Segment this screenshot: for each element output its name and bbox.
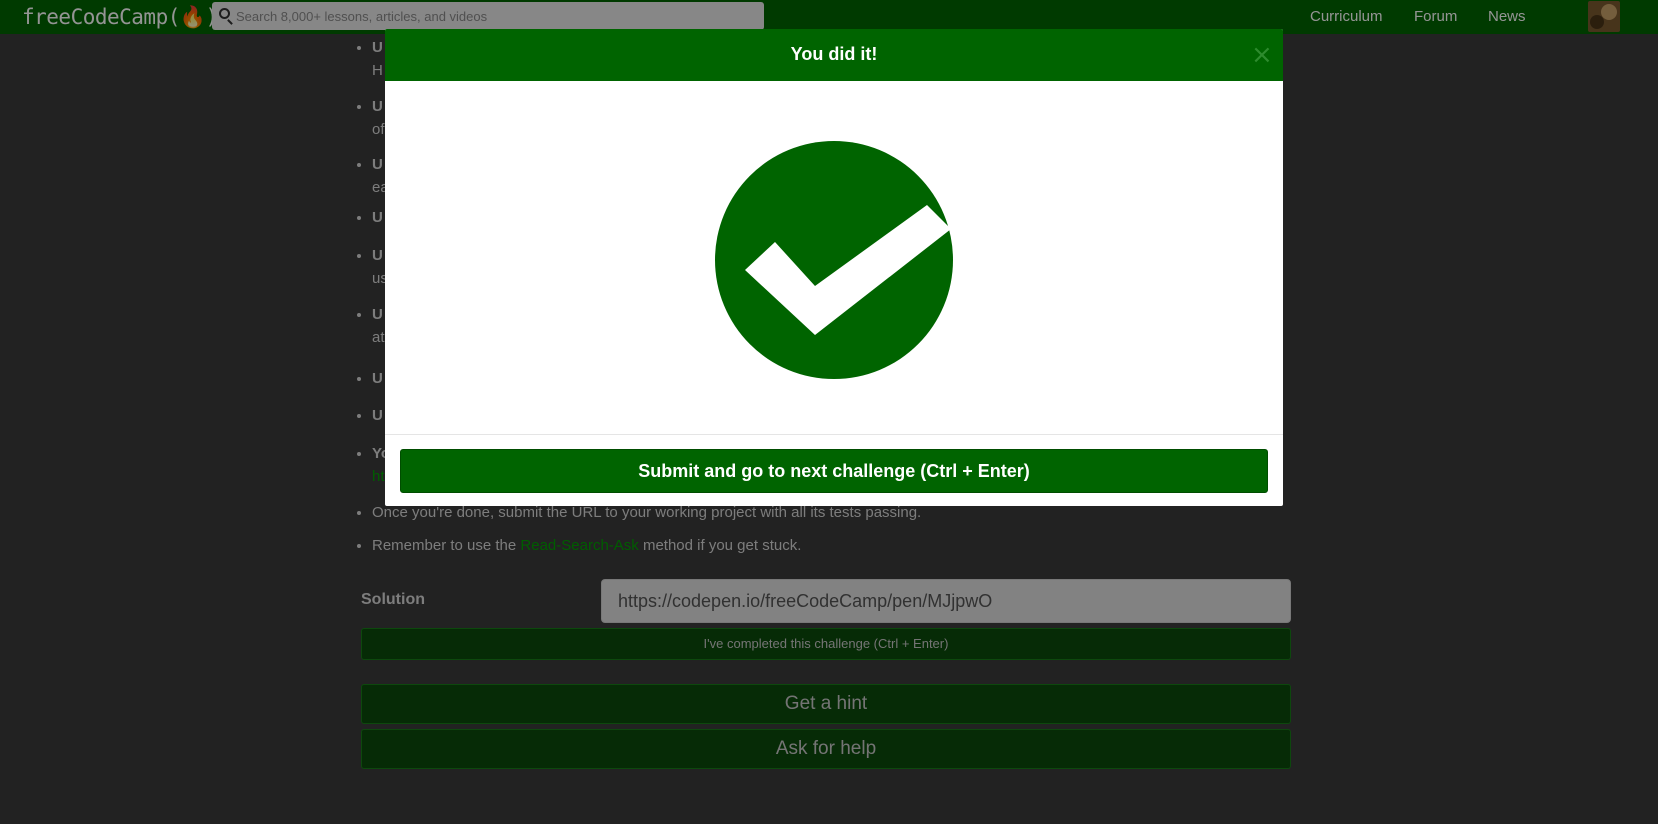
modal-footer: Submit and go to next challenge (Ctrl + … <box>385 434 1283 506</box>
check-circle-icon <box>715 141 953 379</box>
modal-header: You did it! × <box>385 29 1283 81</box>
completion-modal: You did it! × Submit and go to next chal… <box>385 29 1283 506</box>
submit-next-challenge-button[interactable]: Submit and go to next challenge (Ctrl + … <box>400 449 1268 493</box>
modal-title: You did it! <box>790 44 878 64</box>
close-icon[interactable]: × <box>1251 41 1273 69</box>
